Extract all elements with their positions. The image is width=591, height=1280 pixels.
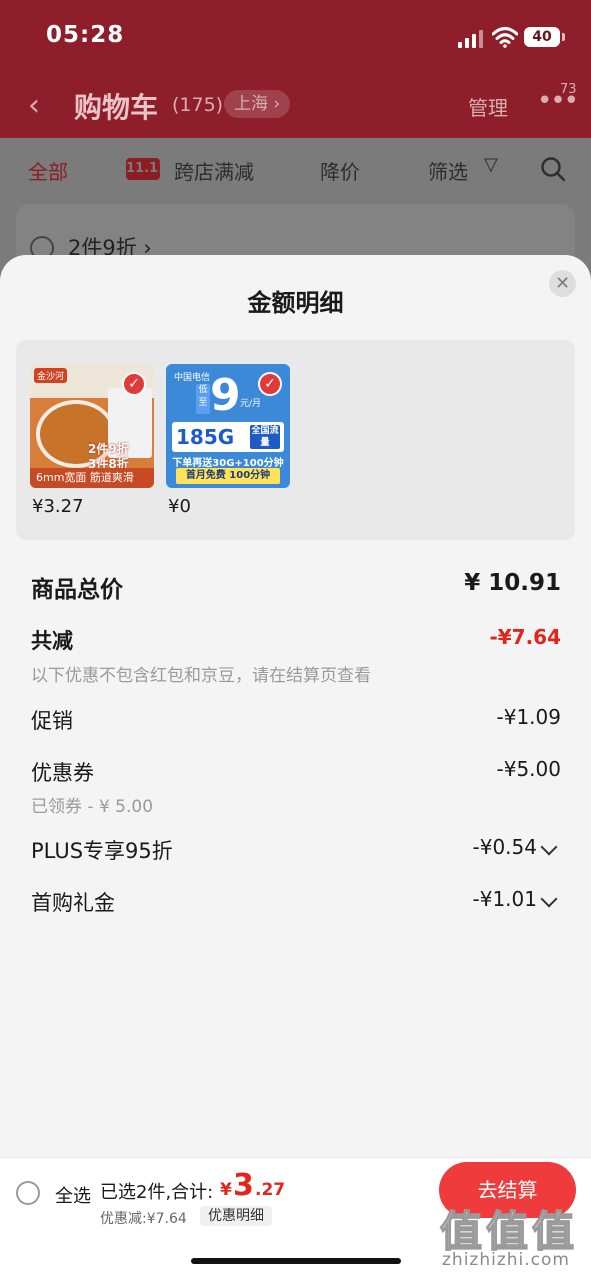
promotion-value: -¥1.09 (496, 705, 561, 729)
promo-label: 2件9折 (88, 442, 129, 456)
tab-price-drop[interactable]: 降价 (320, 156, 360, 185)
select-all-radio[interactable] (16, 1181, 40, 1205)
brand-logo: 金沙河 (34, 368, 68, 383)
total-value: ¥ 10.91 (464, 570, 561, 596)
plan-tag: 全国流量 (250, 425, 280, 449)
select-all-label[interactable]: 全选 (55, 1182, 91, 1208)
tab-all[interactable]: 全部 (28, 156, 68, 185)
home-indicator[interactable] (191, 1258, 401, 1264)
total-amount-decimal: .27 (255, 1180, 286, 1200)
wifi-icon (492, 27, 518, 48)
data-plan-label: 185G 全国流量 (172, 422, 284, 452)
product-caption: 6mm宽面 筋道爽滑 (30, 468, 154, 488)
reduction-value: -¥7.64 (489, 625, 561, 649)
cart-navbar: ‹ 购物车 (175) 上海 › 管理 ••• 73 (0, 78, 591, 134)
total-row: 商品总价 ¥ 10.91 (31, 570, 561, 604)
chevron-down-icon[interactable] (540, 890, 558, 908)
product-image-telecom[interactable]: 中国电信 低至 9 元/月 185G 全国流量 下单再送30G+100分钟 首月… (166, 364, 290, 488)
product-image-noodles[interactable]: 金沙河 2件9折 3件8折 6mm宽面 筋道爽滑 ✓ (30, 364, 154, 488)
close-icon[interactable]: ✕ (549, 270, 576, 297)
double-eleven-icon: 11.11 (126, 158, 167, 180)
reduction-label: 共减 (31, 629, 73, 653)
brand-logo: 中国电信 (174, 373, 211, 383)
status-time: 05:28 (46, 22, 125, 48)
plan-bonus-text: 下单再送30G+100分钟 (172, 458, 284, 469)
coupon-value: -¥5.00 (496, 757, 561, 781)
page-title: 购物车 (74, 91, 159, 124)
tab-cross-store[interactable]: 跨店满减 (174, 156, 254, 185)
funnel-icon: ▽ (484, 154, 498, 175)
tab-filter[interactable]: 筛选 (428, 156, 468, 185)
signal-icon (458, 30, 484, 48)
product-price: ¥0 (168, 496, 191, 517)
promotion-row: 促销 -¥1.09 (31, 705, 561, 739)
chevron-down-icon[interactable] (540, 838, 558, 856)
cart-count: (175) (172, 94, 224, 116)
search-icon[interactable] (540, 156, 566, 182)
plan-price-number: 9 (210, 370, 241, 421)
first-gift-value: -¥1.01 (472, 887, 537, 911)
check-icon: ✓ (122, 372, 146, 396)
low-label: 低至 (196, 384, 210, 414)
first-gift-row[interactable]: 首购礼金 -¥1.01 (31, 887, 561, 921)
amount-detail-sheet: 金额明细 ✕ 金沙河 2件9折 3件8折 6mm宽面 筋道爽滑 ✓ ¥3.27 … (0, 255, 591, 1280)
status-bar: 05:28 40 (0, 0, 591, 70)
watermark-url: zhizhizhi.com (442, 1250, 570, 1270)
reduction-note: 以下优惠不包含红包和京豆，请在结算页查看 (31, 666, 371, 686)
reduction-row: 共减 -¥7.64 (31, 625, 561, 659)
sheet-title: 金额明细 (247, 289, 344, 317)
manage-button[interactable]: 管理 (468, 92, 508, 121)
discount-summary: 优惠减:¥7.64 (100, 1211, 187, 1227)
coupon-row: 优惠券 -¥5.00 (31, 757, 561, 791)
discount-detail-button[interactable]: 优惠明细 (200, 1206, 272, 1226)
check-icon: ✓ (258, 372, 282, 396)
selected-summary: 已选2件,合计: (100, 1182, 214, 1203)
total-label: 商品总价 (31, 577, 123, 603)
first-gift-label: 首购礼金 (31, 891, 115, 915)
message-badge: 73 (560, 82, 577, 97)
plan-unit: 元/月 (240, 399, 262, 409)
battery-icon: 40 (524, 27, 565, 47)
plus-discount-row[interactable]: PLUS专享95折 -¥0.54 (31, 835, 561, 869)
location-selector[interactable]: 上海 › (224, 90, 291, 118)
checkout-button[interactable]: 去结算 (439, 1162, 576, 1218)
filter-bar: 全部 11.11 跨店满减 降价 筛选 ▽ (0, 138, 591, 200)
total-amount-integer: 3 (233, 1168, 254, 1203)
coupon-note: 已领券 - ¥ 5.00 (31, 797, 154, 817)
coupon-label: 优惠券 (31, 761, 94, 785)
plus-discount-value: -¥0.54 (472, 835, 537, 859)
plus-discount-label: PLUS专享95折 (31, 839, 173, 863)
chevron-left-icon[interactable]: ‹ (28, 88, 40, 123)
plan-free-text: 首月免费 100分钟 (176, 468, 280, 484)
currency-symbol: ¥ (220, 1180, 232, 1200)
selected-goods-box: 金沙河 2件9折 3件8折 6mm宽面 筋道爽滑 ✓ ¥3.27 中国电信 低至… (16, 340, 575, 540)
product-price: ¥3.27 (32, 496, 84, 517)
promotion-label: 促销 (31, 709, 73, 733)
